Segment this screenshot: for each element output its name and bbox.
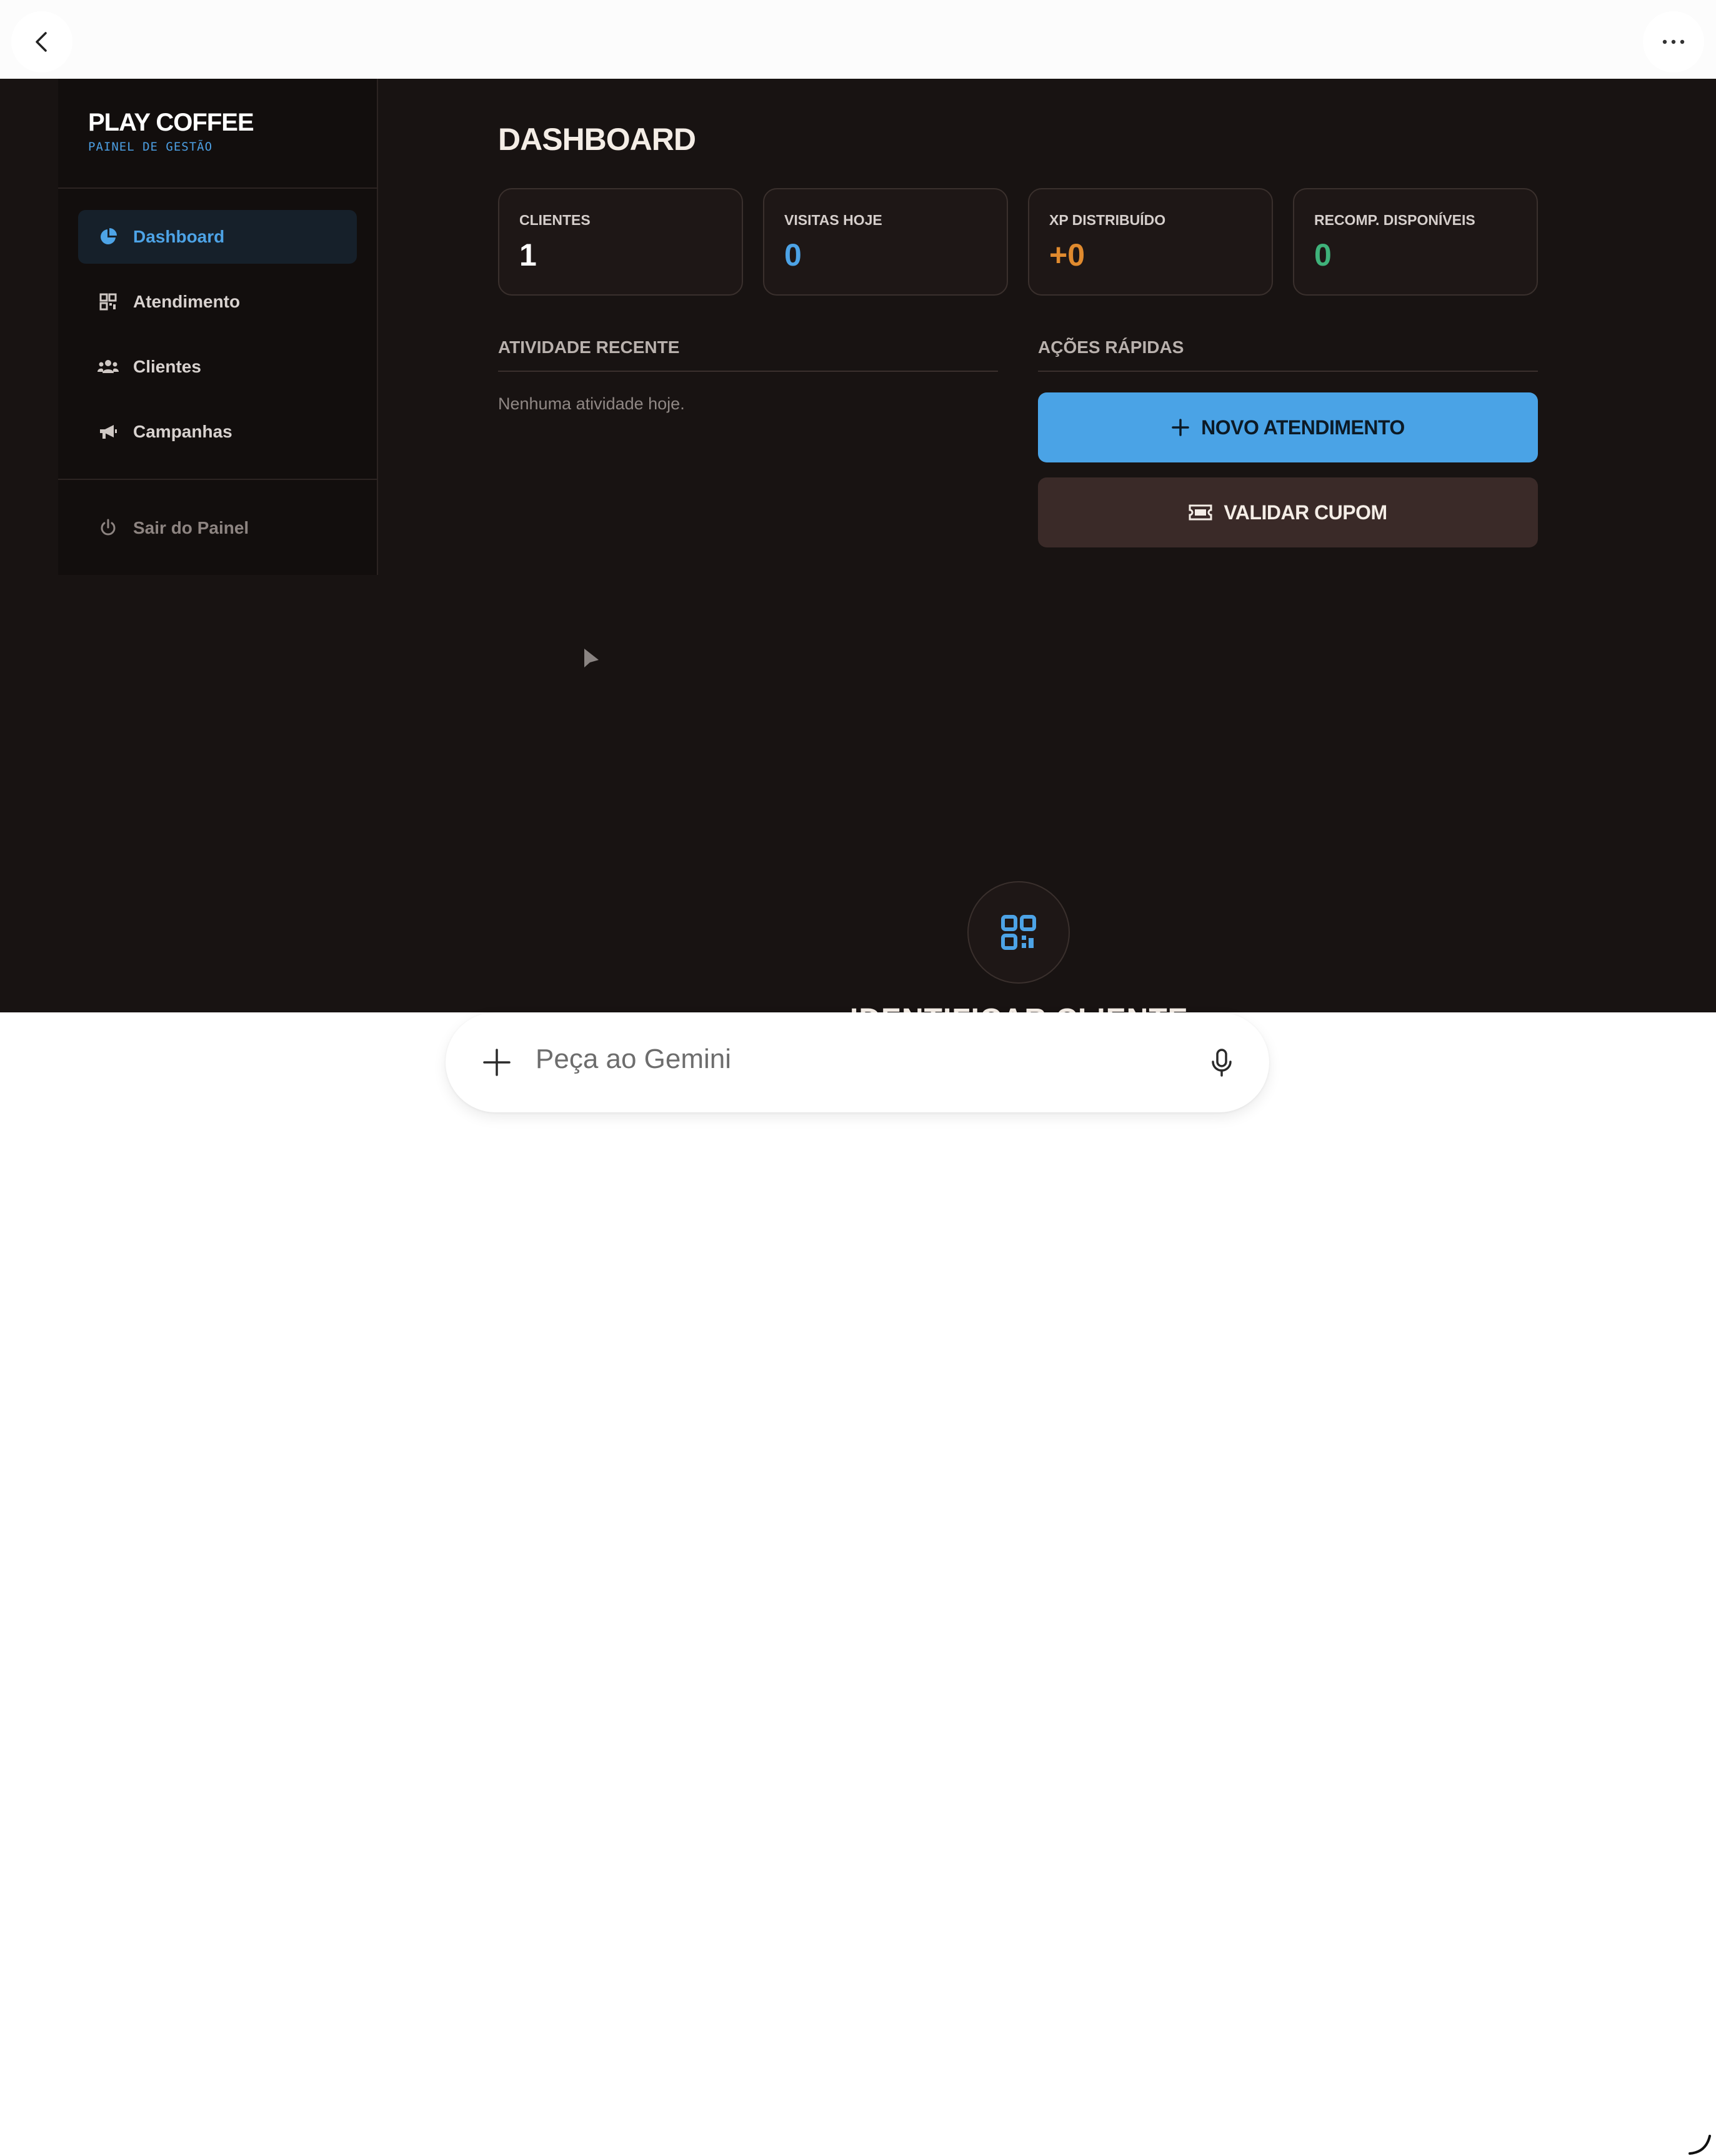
validate-coupon-button[interactable]: VALIDAR CUPOM: [1038, 477, 1538, 547]
quick-actions-title: AÇÕES RÁPIDAS: [1038, 337, 1184, 357]
stat-label: RECOMP. DISPONÍVEIS: [1314, 212, 1475, 228]
browser-top-bar: [0, 0, 1716, 79]
stat-value: 0: [1314, 237, 1332, 272]
sidebar-item-atendimento[interactable]: Atendimento: [78, 275, 357, 329]
power-icon: [97, 517, 119, 539]
resize-handle-icon[interactable]: [1687, 2134, 1712, 2156]
more-horizontal-icon: [1662, 39, 1685, 44]
chevron-left-icon: [36, 32, 47, 52]
sidebar-item-campanhas[interactable]: Campanhas: [78, 405, 357, 459]
sidebar: PLAY COFFEE PAINEL DE GESTÃO Dashboard A…: [58, 79, 378, 575]
sidebar-item-label: Campanhas: [133, 422, 232, 441]
stat-value: +0: [1049, 237, 1085, 272]
recent-activity-empty: Nenhuma atividade hoje.: [498, 394, 685, 413]
sidebar-item-dashboard[interactable]: Dashboard: [78, 210, 357, 264]
qr-code-icon: [1001, 915, 1036, 950]
stat-value: 1: [519, 237, 537, 272]
users-icon: [97, 356, 119, 378]
plus-icon: [1171, 418, 1190, 437]
gemini-input-placeholder[interactable]: Peça ao Gemini: [536, 1044, 731, 1075]
gemini-prompt-bar[interactable]: Peça ao Gemini: [446, 1012, 1269, 1112]
stat-card-visitas-hoje: VISITAS HOJE 0: [763, 188, 1008, 296]
new-service-button[interactable]: NOVO ATENDIMENTO: [1038, 392, 1538, 462]
back-button[interactable]: [11, 11, 72, 72]
logout-label: Sair do Painel: [133, 518, 249, 537]
sidebar-divider: [58, 479, 377, 480]
new-service-label: NOVO ATENDIMENTO: [1201, 416, 1405, 439]
stat-card-xp-distribuido: XP DISTRIBUÍDO +0: [1028, 188, 1273, 296]
section-divider: [1038, 371, 1538, 372]
brand-subtitle: PAINEL DE GESTÃO: [88, 140, 213, 154]
stat-value: 0: [784, 237, 802, 272]
stat-label: VISITAS HOJE: [784, 212, 882, 228]
more-options-button[interactable]: [1643, 11, 1704, 72]
identify-client-button[interactable]: [967, 881, 1070, 984]
sidebar-item-label: Dashboard: [133, 227, 225, 246]
logout-button[interactable]: Sair do Painel: [78, 501, 357, 555]
microphone-icon[interactable]: [1204, 1045, 1239, 1080]
mouse-cursor-icon: [584, 649, 599, 667]
identify-client-label: IDENTIFICAR CLIENTE: [850, 1002, 1189, 1012]
ticket-icon: [1189, 504, 1212, 521]
gemini-bottom-area: Peça ao Gemini: [0, 1012, 1716, 2155]
stat-card-recompensas: RECOMP. DISPONÍVEIS 0: [1293, 188, 1538, 296]
section-divider: [498, 371, 998, 372]
plus-icon[interactable]: [479, 1045, 514, 1080]
pie-chart-icon: [97, 226, 119, 248]
sidebar-item-label: Clientes: [133, 357, 201, 376]
brand-title: PLAY COFFEE: [88, 109, 254, 136]
sidebar-item-clientes[interactable]: Clientes: [78, 340, 357, 394]
stat-card-clientes: CLIENTES 1: [498, 188, 743, 296]
page-title: DASHBOARD: [498, 122, 696, 157]
sidebar-divider: [58, 187, 377, 189]
megaphone-icon: [97, 421, 119, 443]
sidebar-item-label: Atendimento: [133, 292, 241, 311]
app-viewport: PLAY COFFEE PAINEL DE GESTÃO Dashboard A…: [0, 79, 1716, 1012]
brand: PLAY COFFEE PAINEL DE GESTÃO: [88, 109, 254, 154]
recent-activity-title: ATIVIDADE RECENTE: [498, 337, 680, 357]
validate-coupon-label: VALIDAR CUPOM: [1224, 501, 1387, 524]
qr-code-icon: [97, 291, 119, 313]
stat-label: XP DISTRIBUÍDO: [1049, 212, 1166, 228]
stat-label: CLIENTES: [519, 212, 591, 228]
